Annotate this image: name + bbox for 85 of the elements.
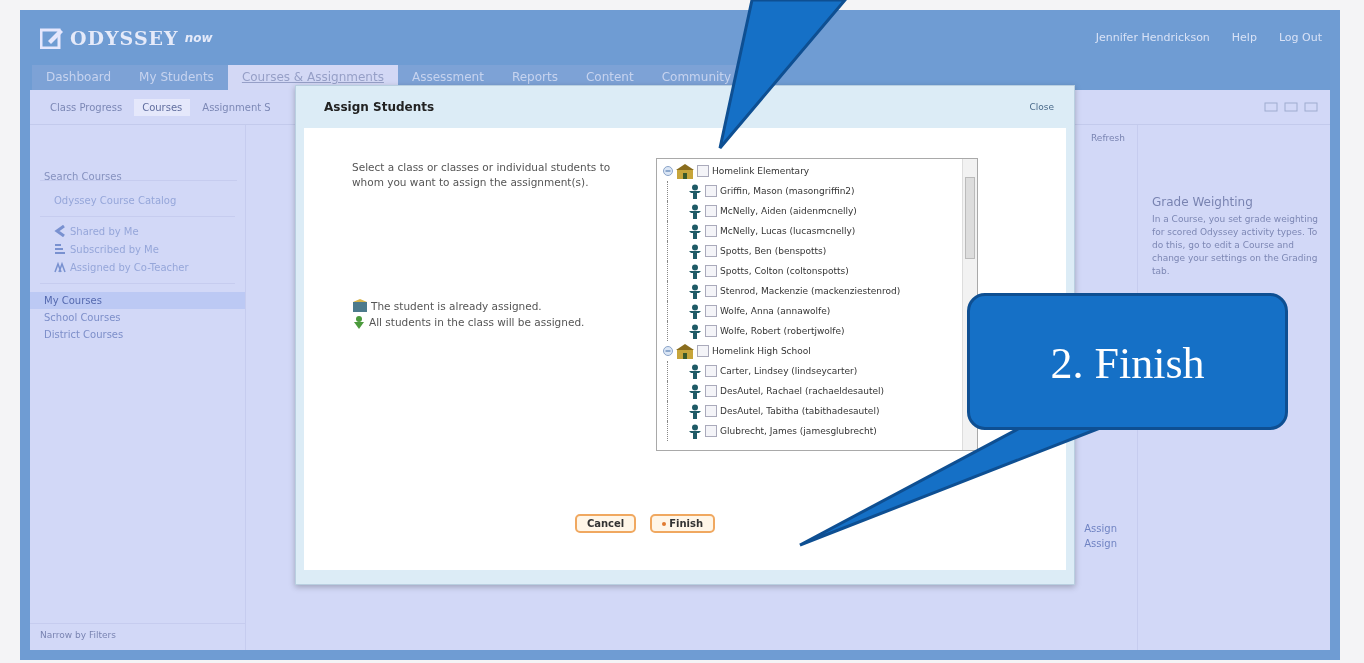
callout: 2. Finish [967, 293, 1288, 430]
checkbox[interactable] [697, 345, 709, 357]
legend-text: The student is already assigned. [371, 300, 542, 313]
subnav-tab[interactable]: Courses [134, 98, 191, 116]
student-icon [688, 363, 702, 379]
close-link[interactable]: Close [1029, 102, 1054, 112]
student-label[interactable]: Wolfe, Robert (robertjwolfe) [720, 326, 845, 336]
people-icon [54, 261, 66, 273]
student-label[interactable]: McNelly, Lucas (lucasmcnelly) [720, 226, 856, 236]
sidebar-item[interactable]: Shared by Me [54, 225, 221, 237]
student-icon [688, 223, 702, 239]
checkbox[interactable] [705, 405, 717, 417]
checkbox[interactable] [705, 245, 717, 257]
subnav-tab[interactable]: Class Progress [42, 98, 131, 116]
student-label[interactable]: Stenrod, Mackenzie (mackenziestenrod) [720, 286, 901, 296]
finish-button[interactable]: Finish [650, 514, 716, 533]
assigned-icon [352, 299, 368, 314]
legend-text: All students in the class will be assigned. [369, 316, 585, 329]
nav-tab[interactable]: My Students [125, 65, 228, 90]
expander-icon[interactable] [663, 346, 673, 356]
instruction-text: Select a class or classes or individual students to whom you want to assign the assignment(s). [352, 160, 612, 190]
student-label[interactable]: DesAutel, Tabitha (tabithadesautel) [720, 406, 880, 416]
view-icon[interactable] [1264, 102, 1278, 112]
checkbox[interactable] [705, 425, 717, 437]
share-icon [54, 225, 66, 237]
panel-title: Grade Weighting [1152, 195, 1254, 209]
student-label[interactable]: McNelly, Aiden (aidenmcnelly) [720, 206, 857, 216]
sidebar-item[interactable]: Odyssey Course Catalog [40, 191, 235, 217]
checkbox[interactable] [705, 205, 717, 217]
checkbox[interactable] [697, 165, 709, 177]
school-icon [676, 343, 694, 359]
checkbox[interactable] [705, 305, 717, 317]
header-link[interactable]: Help [1231, 31, 1257, 44]
header-link[interactable]: Jennifer Hendrickson [1095, 31, 1210, 44]
student-icon [688, 263, 702, 279]
sidebar-item[interactable]: District Courses [30, 326, 245, 343]
student-icon [688, 403, 702, 419]
view-icon[interactable] [1304, 102, 1318, 112]
assign-link[interactable]: Assign [1084, 523, 1117, 534]
student-icon [688, 243, 702, 259]
student-icon [688, 203, 702, 219]
logo-suffix: now [184, 30, 213, 45]
dialog-title: Assign Students [324, 100, 435, 114]
logo-text: ODYSSEY [70, 26, 179, 49]
student-icon [688, 183, 702, 199]
filter-bar[interactable]: Narrow by Filters [30, 623, 245, 646]
lines-icon [54, 243, 66, 255]
checkbox[interactable] [705, 285, 717, 297]
logo-icon [40, 26, 64, 49]
checkbox[interactable] [705, 225, 717, 237]
subnav-tab[interactable]: Assignment S [194, 98, 279, 116]
sidebar-item[interactable]: Subscribed by Me [54, 243, 221, 255]
checkbox[interactable] [705, 325, 717, 337]
sidebar-item[interactable]: Assigned by Co-Teacher [54, 261, 221, 273]
student-label[interactable]: Wolfe, Anna (annawolfe) [720, 306, 831, 316]
student-icon [688, 323, 702, 339]
checkbox[interactable] [705, 365, 717, 377]
student-icon [688, 423, 702, 439]
refresh-button[interactable]: Refresh [1091, 133, 1125, 153]
expander-icon[interactable] [663, 166, 673, 176]
search-field[interactable]: Search Courses [40, 161, 237, 181]
checkbox[interactable] [705, 185, 717, 197]
student-icon [688, 303, 702, 319]
student-label[interactable]: DesAutel, Rachael (rachaeldesautel) [720, 386, 885, 396]
nav-tab[interactable]: Dashboard [32, 65, 126, 90]
view-icon[interactable] [1284, 102, 1298, 112]
school-icon [676, 163, 694, 179]
student-label[interactable]: Carter, Lindsey (lindseycarter) [720, 366, 858, 376]
student-icon [688, 383, 702, 399]
student-label[interactable]: Spotts, Colton (coltonspotts) [720, 266, 849, 276]
school-label[interactable]: Homelink High School [712, 346, 811, 356]
sidebar-item[interactable]: My Courses [30, 292, 245, 309]
school-label[interactable]: Homelink Elementary [712, 166, 810, 176]
header-link[interactable]: Log Out [1278, 31, 1322, 44]
checkbox[interactable] [705, 265, 717, 277]
student-label[interactable]: Glubrecht, James (jamesglubrecht) [720, 426, 877, 436]
student-icon [688, 283, 702, 299]
student-label[interactable]: Griffin, Mason (masongriffin2) [720, 186, 855, 196]
class-icon [352, 315, 366, 330]
student-label[interactable]: Spotts, Ben (benspotts) [720, 246, 827, 256]
checkbox[interactable] [705, 385, 717, 397]
cancel-button[interactable]: Cancel [574, 514, 637, 533]
panel-text: In a Course, you set grade weighting for scored Odyssey activity types. To do this, go to edit a Course and change your settings on the Grading tab. [1152, 213, 1320, 279]
assign-link[interactable]: Assign [1084, 538, 1117, 549]
sidebar-item[interactable]: School Courses [30, 309, 245, 326]
